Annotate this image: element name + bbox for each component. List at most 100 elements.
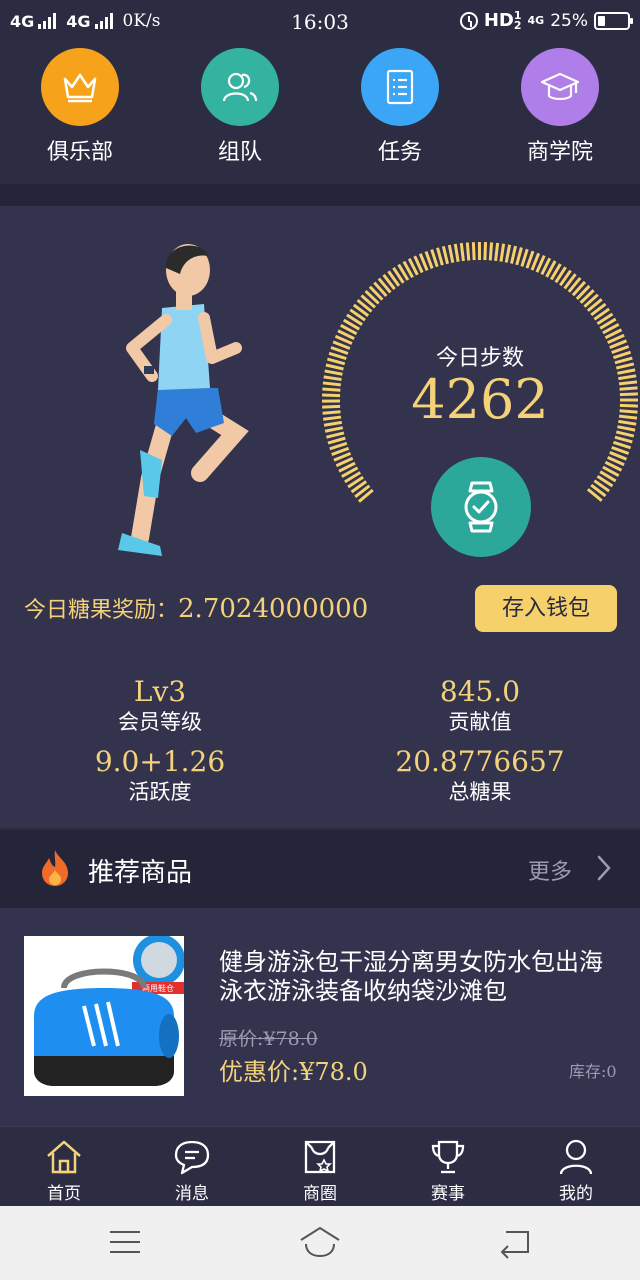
gauge-tick xyxy=(330,346,349,355)
gauge-tick xyxy=(471,242,476,261)
nav-task[interactable]: 任务 xyxy=(340,48,460,166)
nav-team[interactable]: 组队 xyxy=(180,48,300,166)
alarm-icon xyxy=(459,11,478,30)
gauge-tick xyxy=(615,430,635,438)
back-icon[interactable] xyxy=(498,1224,532,1260)
nav-academy-label: 商学院 xyxy=(526,140,593,165)
gauge-tick xyxy=(447,244,455,263)
product-card[interactable]: 两用鞋仓 健身游泳包干湿分离男女防水包出海泳衣游泳装备收纳袋沙滩包 原价:¥78… xyxy=(0,908,640,1126)
crown-icon xyxy=(41,48,119,126)
battery-icon xyxy=(594,11,633,30)
nav-academy[interactable]: 商学院 xyxy=(500,48,620,166)
gauge-tick xyxy=(619,409,638,414)
gauge-tick xyxy=(322,381,341,387)
more-link[interactable]: 更多 xyxy=(528,854,572,886)
gauge-tick xyxy=(619,386,638,391)
step-count: 4262 xyxy=(411,368,549,431)
gauge-tick xyxy=(327,436,346,445)
nav-task-label: 任务 xyxy=(377,140,422,165)
gauge-tick xyxy=(617,368,636,375)
gauge-tick xyxy=(324,426,344,433)
gauge-tick xyxy=(612,440,632,450)
gauge-tick xyxy=(618,380,638,386)
gauge-tick xyxy=(322,387,341,392)
nav-club[interactable]: 俱乐部 xyxy=(20,48,140,166)
hd-indicator: HD 1 2 xyxy=(483,9,522,32)
gauge-tick xyxy=(615,362,635,370)
gauge-tick xyxy=(436,247,444,266)
gauge-tick xyxy=(515,247,523,266)
team-icon xyxy=(201,48,279,126)
gauge-tick xyxy=(441,245,450,265)
gauge-tick xyxy=(618,419,637,426)
graduation-cap-icon xyxy=(521,48,599,126)
stat-contribution: 845.0 贡献值 xyxy=(340,676,620,736)
tab-label: 首页 xyxy=(47,1184,81,1204)
stat-label: 总糖果 xyxy=(448,780,512,804)
candy-reward-label: 今日糖果奖励： xyxy=(24,598,179,623)
gauge-tick xyxy=(322,415,342,421)
profile-icon xyxy=(526,1137,626,1177)
stat-value: 845.0 xyxy=(439,675,521,708)
status-bar: 4G 4G 0K/s 16:03 HD 1 2 4G 25% xyxy=(0,0,640,42)
tab-shop[interactable]: 商圈 xyxy=(270,1137,370,1204)
product-image[interactable]: 两用鞋仓 xyxy=(24,934,185,1096)
gauge-tick xyxy=(323,375,342,382)
fire-icon xyxy=(42,850,68,886)
menu-icon[interactable] xyxy=(108,1224,142,1260)
gauge-tick xyxy=(494,242,500,262)
recommend-title: 推荐商品 xyxy=(88,858,193,888)
gauge-tick xyxy=(323,420,343,427)
gauge-tick xyxy=(611,446,630,455)
gauge-tick xyxy=(612,350,632,360)
gauge-tick xyxy=(453,243,460,262)
tab-label: 我的 xyxy=(559,1184,593,1204)
tab-messages[interactable]: 消息 xyxy=(142,1137,242,1204)
product-title[interactable]: 健身游泳包干湿分离男女防水包出海泳衣游泳装备收纳袋沙滩包 xyxy=(219,948,624,1006)
stat-label: 活跃度 xyxy=(128,780,192,804)
stat-value: 20.8776657 xyxy=(395,745,565,778)
runner-illustration xyxy=(118,244,249,556)
gauge-tick xyxy=(525,250,535,269)
product-original-price: 原价:¥78.0 xyxy=(219,1028,318,1050)
candy-reward-value: 2.7024000000 xyxy=(178,594,369,624)
nav-team-label: 组队 xyxy=(217,140,262,165)
stat-label: 贡献值 xyxy=(448,710,512,734)
section-divider xyxy=(0,184,640,206)
stat-level: Lv3 会员等级 xyxy=(20,676,300,736)
shop-icon xyxy=(270,1137,370,1177)
system-navigation-bar xyxy=(0,1206,640,1280)
nav-club-label: 俱乐部 xyxy=(46,140,113,165)
gauge-tick xyxy=(618,374,637,381)
battery-percent: 25% xyxy=(550,10,588,31)
gauge-tick xyxy=(483,242,488,261)
stat-total-candy: 20.8776657 总糖果 xyxy=(340,746,620,806)
gauge-tick xyxy=(504,244,512,263)
task-list-icon xyxy=(361,48,439,126)
gauge-tick xyxy=(617,425,636,432)
gauge-tick xyxy=(614,435,633,444)
chevron-right-icon[interactable] xyxy=(596,854,612,882)
tab-label: 赛事 xyxy=(431,1184,465,1204)
product-stock: 库存:0 xyxy=(569,1062,617,1081)
gauge-tick xyxy=(325,363,344,371)
home-system-icon[interactable] xyxy=(298,1224,342,1260)
gauge-tick xyxy=(459,242,465,262)
gauge-tick xyxy=(430,249,439,268)
tab-events[interactable]: 赛事 xyxy=(398,1137,498,1204)
gauge-tick xyxy=(329,441,348,451)
tab-profile[interactable]: 我的 xyxy=(526,1137,626,1204)
network-label: 4G xyxy=(527,14,545,27)
gauge-tick xyxy=(614,356,633,365)
sync-watch-button[interactable] xyxy=(431,457,531,557)
deposit-wallet-button[interactable]: 存入钱包 xyxy=(475,585,617,632)
stat-label: 会员等级 xyxy=(118,710,202,734)
gauge-tick xyxy=(324,369,343,376)
watch-icon xyxy=(464,481,498,533)
stat-activity: 9.0+1.26 活跃度 xyxy=(20,746,300,806)
recommend-header: 推荐商品 更多 xyxy=(0,830,640,908)
product-discount-price: 优惠价:¥78.0 xyxy=(219,1058,368,1086)
tab-home[interactable]: 首页 xyxy=(14,1137,114,1204)
tab-label: 消息 xyxy=(175,1184,209,1204)
gauge-tick xyxy=(520,248,529,267)
